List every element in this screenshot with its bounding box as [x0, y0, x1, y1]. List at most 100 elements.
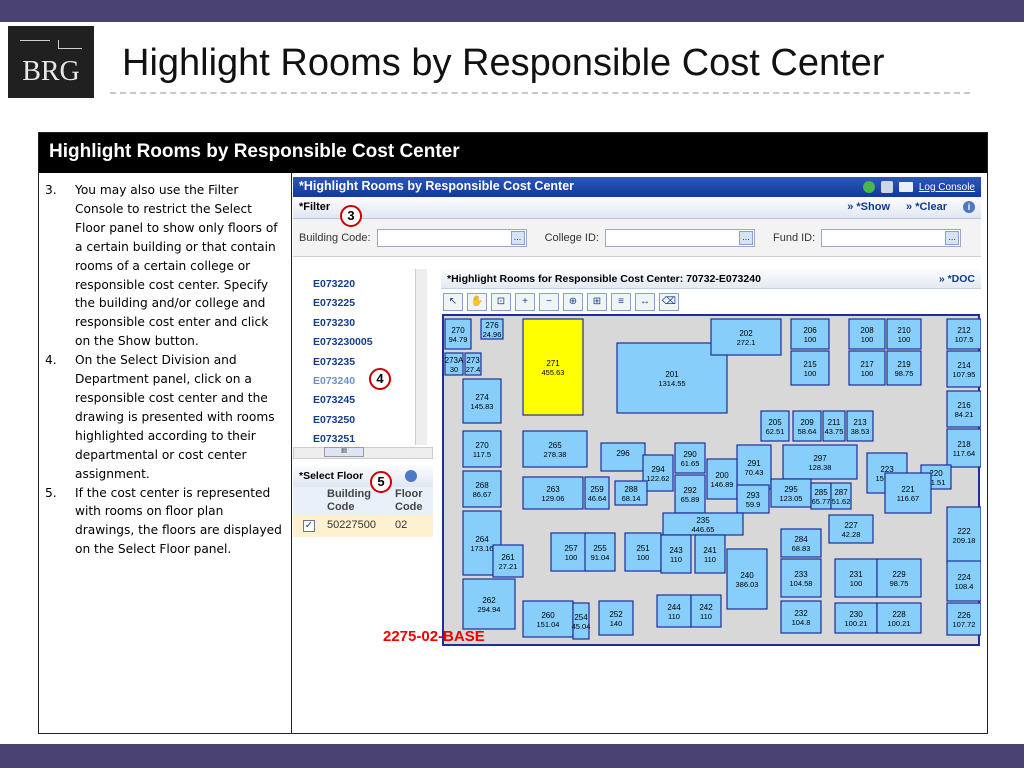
room-235[interactable]: 235446.65: [662, 512, 744, 536]
room-251[interactable]: 251100: [624, 532, 662, 572]
zoom-extents-icon[interactable]: ⊕: [563, 293, 583, 311]
room-229[interactable]: 22998.75: [876, 558, 922, 598]
room-284[interactable]: 28468.83: [780, 528, 822, 558]
room-243[interactable]: 243110: [660, 534, 692, 574]
pan-icon[interactable]: ✋: [467, 293, 487, 311]
room-241[interactable]: 241110: [694, 534, 726, 574]
room-293[interactable]: 29359.9: [736, 484, 770, 514]
room-231[interactable]: 231100: [834, 558, 878, 598]
fund-id-lookup-button[interactable]: ...: [945, 230, 960, 245]
zoom-fit-icon[interactable]: ⊞: [587, 293, 607, 311]
list-item[interactable]: E073235: [313, 353, 373, 372]
doc-button[interactable]: » *DOC: [939, 273, 975, 285]
room-214[interactable]: 214107.95: [946, 350, 981, 388]
room-217[interactable]: 217100: [848, 350, 886, 386]
room-211[interactable]: 21143.75: [822, 410, 846, 442]
log-console-link[interactable]: Log Console: [919, 182, 975, 193]
clear-button[interactable]: » *Clear: [906, 201, 947, 214]
room-205[interactable]: 20562.51: [760, 410, 790, 442]
room-268[interactable]: 26886.67: [462, 470, 502, 508]
room-291[interactable]: 29170.43: [736, 444, 772, 490]
layers-icon[interactable]: ≡: [611, 293, 631, 311]
room-244[interactable]: 244110: [656, 594, 692, 628]
select-icon[interactable]: ↖: [443, 293, 463, 311]
room-212[interactable]: 212107.5: [946, 318, 981, 350]
college-id-input[interactable]: [604, 228, 755, 247]
room-209[interactable]: 20958.64: [792, 410, 822, 442]
building-code-lookup-button[interactable]: ...: [510, 230, 525, 245]
horizontal-scrollbar[interactable]: III: [293, 447, 433, 459]
list-item[interactable]: E073245: [313, 391, 373, 410]
room-202[interactable]: 202272.1: [710, 318, 782, 356]
room-260[interactable]: 260151.04: [522, 600, 574, 638]
room-274[interactable]: 274145.83: [462, 378, 502, 424]
room-259[interactable]: 25946.64: [584, 476, 610, 510]
room-271[interactable]: 271455.63: [522, 318, 584, 416]
room-296[interactable]: 296: [600, 442, 646, 472]
room-261[interactable]: 26127.21: [492, 544, 524, 578]
room-287[interactable]: 28751.62: [830, 482, 852, 510]
building-code-input[interactable]: [376, 228, 527, 247]
room-219[interactable]: 21998.75: [886, 350, 922, 386]
floor-code-header[interactable]: Floor Code: [395, 488, 427, 514]
info-icon[interactable]: i: [963, 201, 975, 213]
eraser-icon[interactable]: ⌫: [659, 293, 679, 311]
refresh-icon[interactable]: ↔: [635, 293, 655, 311]
room-265[interactable]: 265278.38: [522, 430, 588, 468]
room-208[interactable]: 208100: [848, 318, 886, 350]
room-218[interactable]: 218117.64: [946, 428, 981, 468]
room-273[interactable]: 27327.4: [464, 352, 482, 376]
room-228[interactable]: 228100.21: [876, 602, 922, 634]
room-210[interactable]: 210100: [886, 318, 922, 350]
vertical-scrollbar[interactable]: [415, 269, 427, 445]
room-233[interactable]: 233104.58: [780, 558, 822, 598]
list-item[interactable]: E073230: [313, 314, 373, 333]
list-item-selected[interactable]: E073240: [313, 372, 373, 391]
email-icon[interactable]: [898, 182, 913, 192]
room-224[interactable]: 224108.4: [946, 560, 981, 602]
room-215[interactable]: 215100: [790, 350, 830, 386]
add-icon[interactable]: [862, 181, 875, 193]
building-code-header[interactable]: Building Code: [327, 488, 373, 514]
room-213[interactable]: 21338.53: [846, 410, 874, 442]
room-227[interactable]: 22742.28: [828, 514, 874, 544]
room-263[interactable]: 263129.06: [522, 476, 584, 510]
list-item[interactable]: E073250: [313, 411, 373, 430]
room-276[interactable]: 27624.96: [480, 318, 504, 340]
room-242[interactable]: 242110: [690, 594, 722, 628]
table-row[interactable]: ✓ 50227500 02: [293, 515, 433, 537]
room-206[interactable]: 206100: [790, 318, 830, 350]
room-295[interactable]: 295123.05: [770, 478, 812, 508]
room-288[interactable]: 28868.14: [614, 480, 648, 506]
room-254[interactable]: 25445.04: [572, 602, 591, 640]
list-item[interactable]: E073220: [313, 275, 373, 294]
room-290[interactable]: 29061.65: [674, 442, 706, 474]
room-297[interactable]: 297128.38: [782, 444, 858, 480]
room-270[interactable]: 270117.5: [462, 430, 502, 468]
room-216[interactable]: 21684.21: [946, 390, 981, 428]
zoom-in-icon[interactable]: +: [515, 293, 535, 311]
room-200[interactable]: 200146.89: [706, 458, 738, 500]
room-270[interactable]: 27094.79: [444, 318, 472, 350]
room-262[interactable]: 262294.94: [462, 578, 516, 630]
room-222[interactable]: 222209.18: [946, 506, 981, 564]
row-checkbox[interactable]: ✓: [303, 520, 315, 532]
print-icon[interactable]: [880, 181, 893, 193]
zoom-out-icon[interactable]: −: [539, 293, 559, 311]
show-button[interactable]: » *Show: [847, 201, 890, 214]
room-232[interactable]: 232104.8: [780, 600, 822, 634]
scroll-handle[interactable]: III: [324, 447, 364, 457]
list-item[interactable]: E073230005: [313, 333, 373, 352]
room-255[interactable]: 25591.04: [584, 532, 616, 572]
room-292[interactable]: 29265.89: [674, 474, 706, 514]
room-226[interactable]: 226107.72: [946, 602, 981, 636]
room-221[interactable]: 221116.67: [884, 472, 932, 514]
room-273A[interactable]: 273A30: [444, 352, 464, 376]
info-icon[interactable]: [405, 470, 417, 482]
list-item[interactable]: E073225: [313, 294, 373, 313]
room-230[interactable]: 230100.21: [834, 602, 878, 634]
room-240[interactable]: 240386.03: [726, 548, 768, 610]
fund-id-input[interactable]: [821, 228, 962, 247]
college-id-lookup-button[interactable]: ...: [738, 230, 753, 245]
room-285[interactable]: 28565.77: [810, 482, 832, 510]
